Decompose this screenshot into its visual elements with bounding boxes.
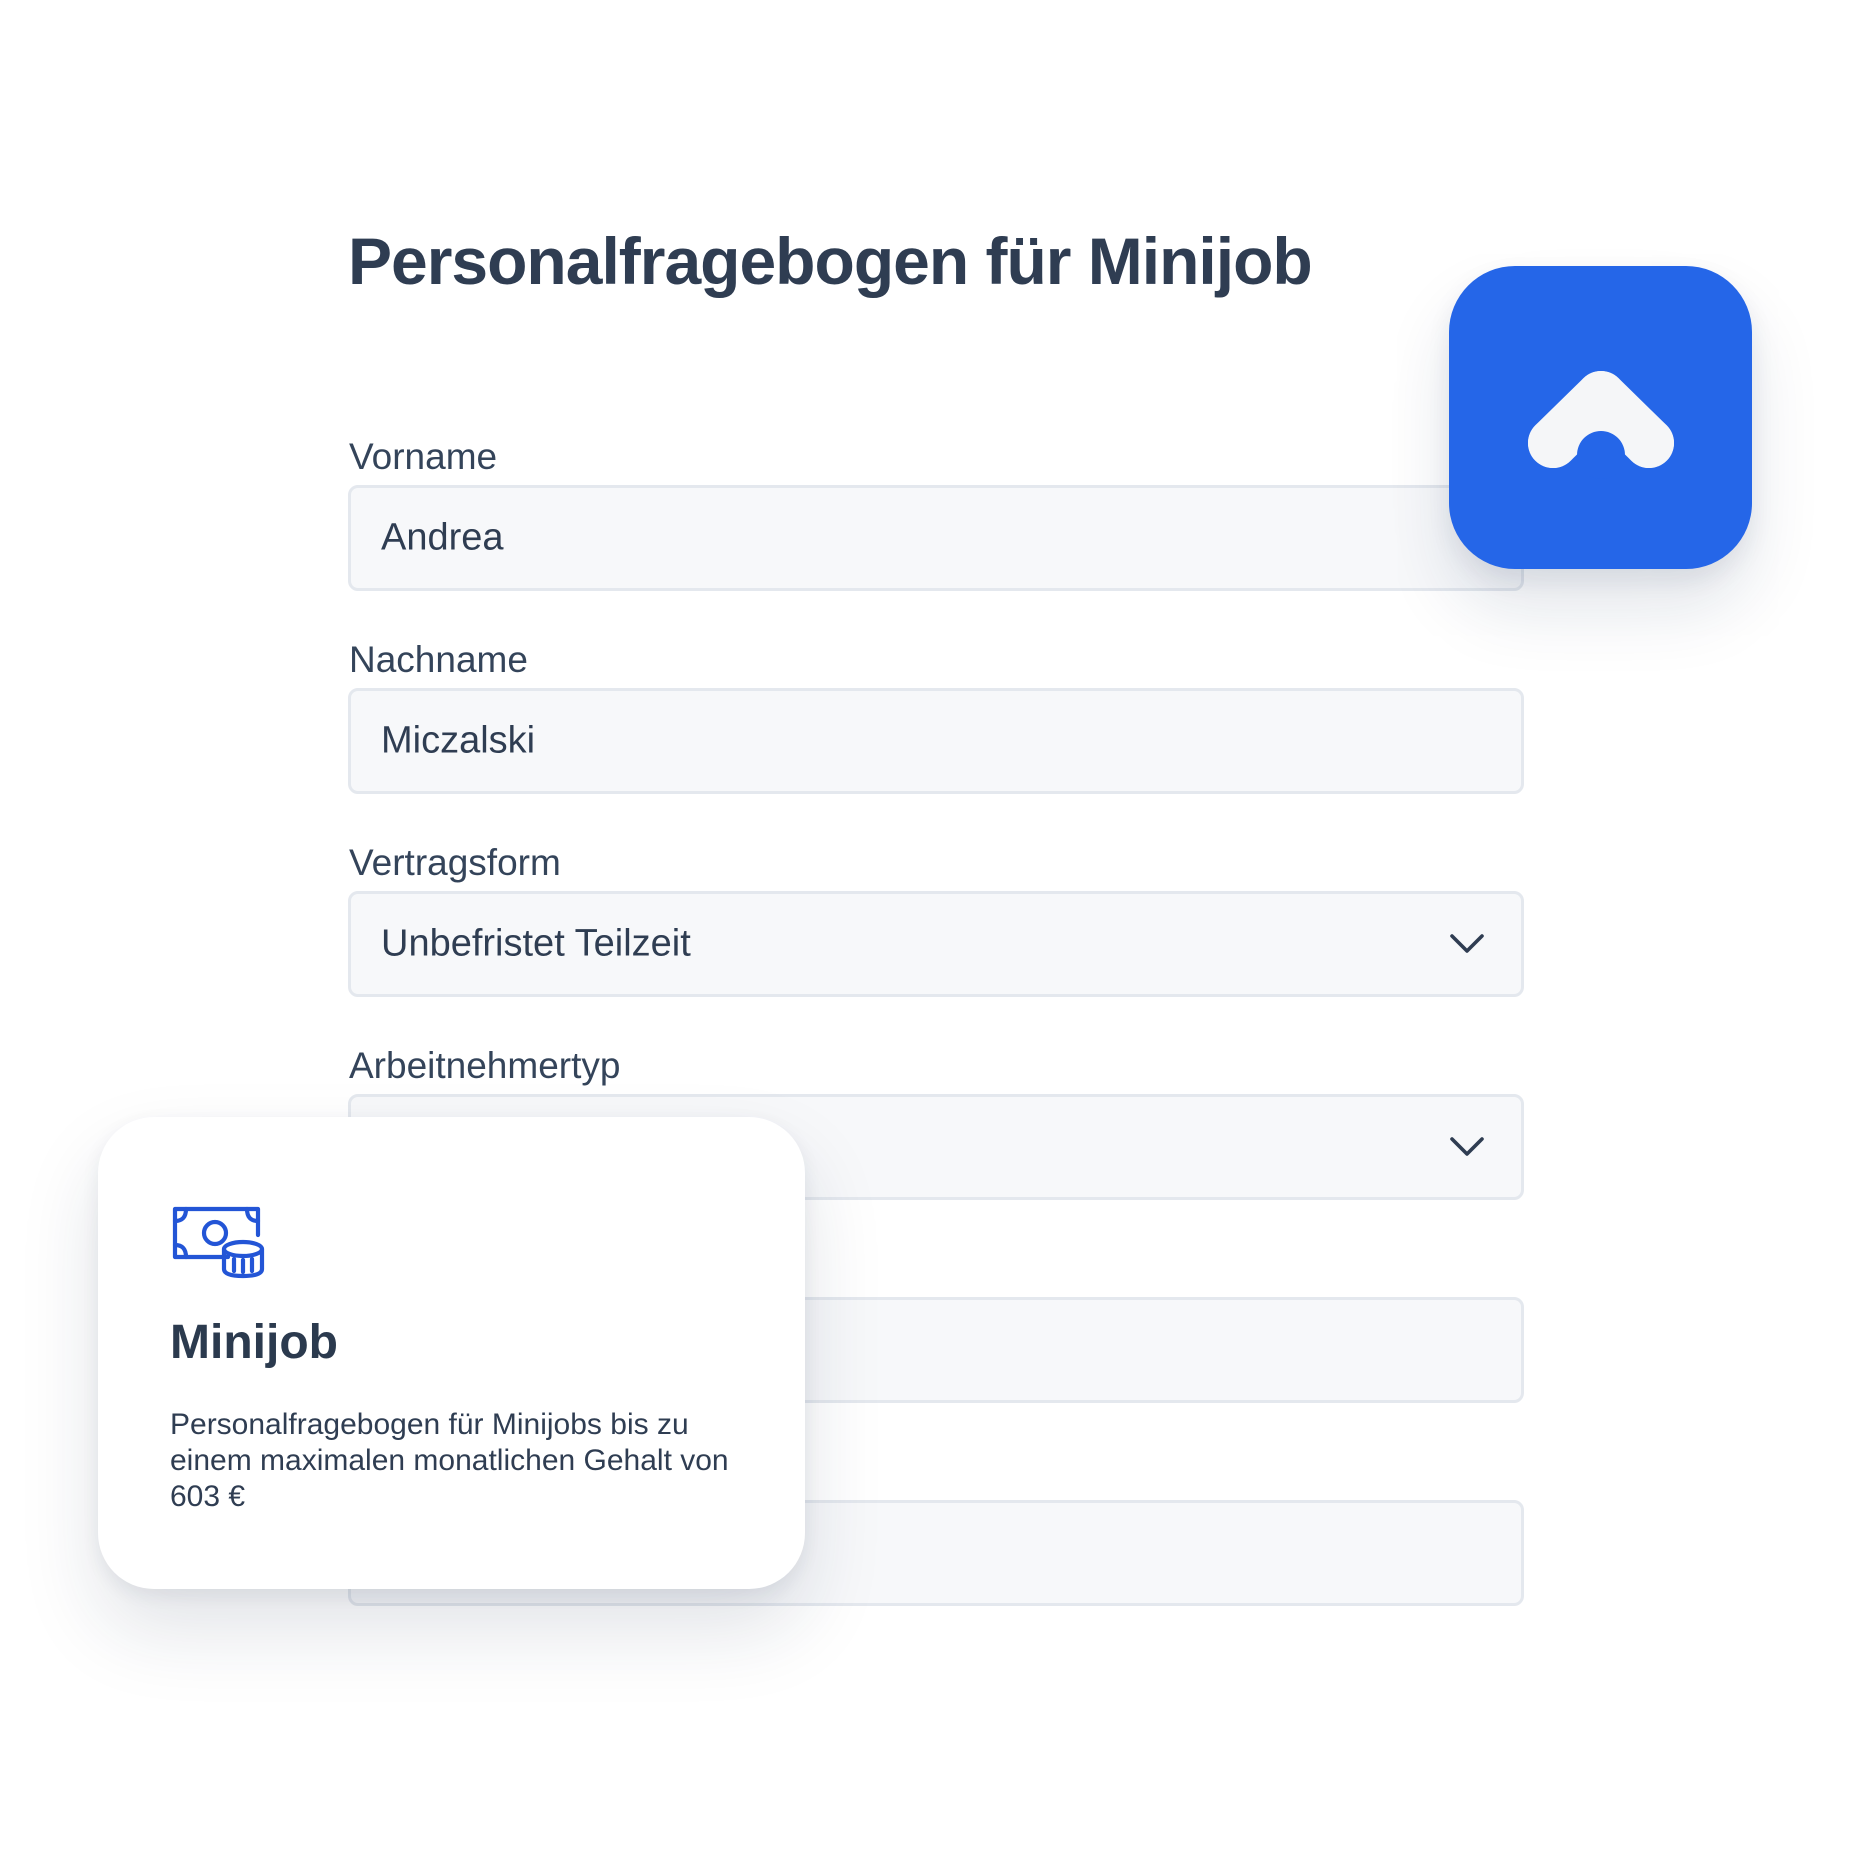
field-label-arbeitnehmertyp: Arbeitnehmertyp	[349, 1045, 621, 1086]
minijob-card[interactable]: Minijob Personalfragebogen für Minijobs …	[98, 1117, 805, 1589]
field-label-vorname: Vorname	[349, 436, 498, 477]
vorname-value: Andrea	[381, 516, 504, 559]
card-description: Personalfragebogen für Minijobs bis zu e…	[170, 1408, 729, 1513]
app-icon	[1449, 266, 1752, 569]
card-title: Minijob	[170, 1316, 338, 1369]
nachname-value: Miczalski	[381, 719, 536, 762]
vorname-input[interactable]: Andrea	[348, 485, 1524, 591]
vertragsform-value: Unbefristet Teilzeit	[381, 922, 691, 965]
page-title: Personalfragebogen für Minijob	[348, 224, 1313, 298]
money-coins-icon	[172, 1206, 265, 1279]
chevron-down-icon[interactable]	[1449, 933, 1485, 955]
field-label-vertragsform: Vertragsform	[349, 842, 561, 883]
nachname-input[interactable]: Miczalski	[348, 688, 1524, 794]
vertragsform-select[interactable]: Unbefristet Teilzeit	[348, 891, 1524, 997]
field-label-nachname: Nachname	[349, 639, 528, 680]
chevron-down-icon[interactable]	[1449, 1136, 1485, 1158]
app-logo-icon	[1528, 371, 1674, 479]
